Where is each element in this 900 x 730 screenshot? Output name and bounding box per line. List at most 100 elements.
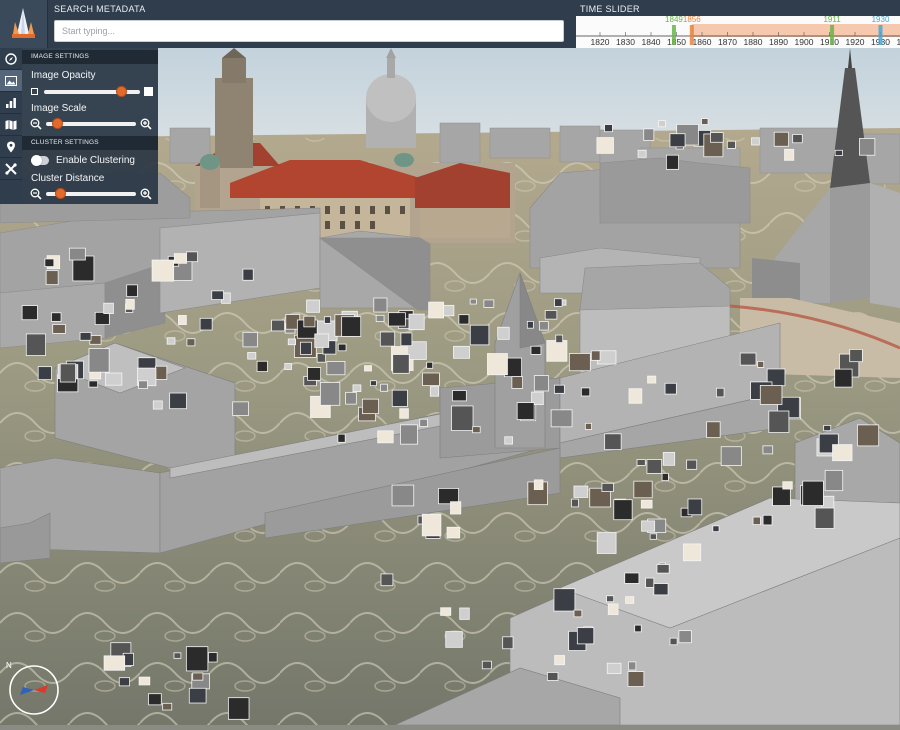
photo-thumbnail[interactable] — [554, 655, 566, 666]
photo-thumbnail[interactable] — [646, 459, 663, 474]
photo-thumbnail[interactable] — [640, 499, 653, 509]
photo-thumbnail[interactable] — [649, 533, 657, 540]
photo-thumbnail[interactable] — [247, 352, 257, 360]
photo-thumbnail[interactable] — [607, 603, 619, 615]
photo-thumbnail[interactable] — [188, 687, 207, 704]
navigation-compass[interactable]: N — [4, 660, 64, 720]
photo-thumbnail[interactable] — [554, 298, 563, 307]
photo-thumbnail[interactable] — [166, 337, 176, 345]
location-tool-button[interactable] — [0, 136, 22, 158]
photo-thumbnail[interactable] — [391, 484, 415, 507]
photo-thumbnail[interactable] — [757, 360, 765, 368]
app-logo[interactable] — [0, 0, 48, 48]
photo-thumbnail[interactable] — [533, 479, 544, 490]
photo-thumbnail[interactable] — [88, 380, 99, 388]
photo-thumbnail[interactable] — [337, 343, 347, 352]
photo-thumbnail[interactable] — [664, 382, 677, 395]
map-tool-button[interactable] — [0, 114, 22, 136]
compass-tool-button[interactable] — [0, 48, 22, 70]
photo-thumbnail[interactable] — [576, 627, 595, 645]
photo-thumbnail[interactable] — [653, 583, 669, 596]
chart-tool-button[interactable] — [0, 92, 22, 114]
photo-thumbnail[interactable] — [155, 365, 168, 380]
photo-thumbnail[interactable] — [683, 543, 702, 562]
photo-thumbnail[interactable] — [739, 352, 757, 366]
photo-thumbnail[interactable] — [516, 402, 535, 420]
photo-thumbnail[interactable] — [324, 316, 332, 324]
photo-thumbnail[interactable] — [472, 426, 481, 434]
photo-thumbnail[interactable] — [319, 382, 341, 406]
photo-thumbnail[interactable] — [79, 332, 92, 341]
photo-thumbnail[interactable] — [504, 436, 513, 445]
photo-thumbnail[interactable] — [590, 350, 601, 361]
photo-thumbnail[interactable] — [151, 259, 175, 282]
photo-thumbnail[interactable] — [421, 513, 442, 537]
photo-thumbnail[interactable] — [256, 360, 268, 372]
photo-thumbnail[interactable] — [307, 367, 322, 381]
photo-thumbnail[interactable] — [814, 507, 835, 529]
photo-thumbnail[interactable] — [834, 368, 853, 388]
photo-thumbnail[interactable] — [380, 383, 388, 392]
distance-decrease-icon[interactable] — [30, 188, 42, 200]
photo-thumbnail[interactable] — [25, 333, 46, 356]
photo-thumbnail[interactable] — [859, 138, 876, 156]
photo-thumbnail[interactable] — [452, 390, 467, 402]
photo-thumbnail[interactable] — [173, 652, 182, 659]
image-opacity-slider[interactable] — [44, 86, 140, 97]
photo-thumbnail[interactable] — [440, 607, 452, 616]
photo-thumbnail[interactable] — [125, 298, 135, 310]
photo-thumbnail[interactable] — [613, 499, 633, 521]
photo-thumbnail[interactable] — [857, 424, 880, 447]
photo-thumbnail[interactable] — [580, 387, 591, 397]
photo-thumbnail[interactable] — [185, 646, 209, 672]
photo-thumbnail[interactable] — [625, 596, 635, 604]
photo-thumbnail[interactable] — [647, 375, 657, 384]
photo-thumbnail[interactable] — [497, 326, 510, 340]
photo-thumbnail[interactable] — [553, 384, 565, 394]
photo-thumbnail[interactable] — [118, 677, 130, 687]
photo-thumbnail[interactable] — [573, 609, 583, 618]
photo-thumbnail[interactable] — [834, 149, 843, 156]
photo-thumbnail[interactable] — [772, 486, 791, 506]
photo-thumbnail[interactable] — [364, 365, 372, 372]
photo-thumbnail[interactable] — [726, 140, 736, 149]
photo-thumbnail[interactable] — [606, 595, 615, 603]
photo-thumbnail[interactable] — [483, 299, 495, 308]
photo-thumbnail[interactable] — [373, 297, 388, 313]
photo-thumbnail[interactable] — [792, 134, 803, 144]
photo-thumbnail[interactable] — [555, 334, 564, 344]
photo-thumbnail[interactable] — [445, 631, 463, 648]
photo-thumbnail[interactable] — [627, 671, 645, 687]
zoom-out-icon[interactable] — [30, 118, 42, 130]
photo-thumbnail[interactable] — [59, 363, 77, 383]
photo-thumbnail[interactable] — [502, 636, 514, 650]
photo-thumbnail[interactable] — [661, 472, 669, 481]
photo-thumbnail[interactable] — [637, 149, 647, 158]
photo-thumbnail[interactable] — [710, 132, 724, 143]
photo-thumbnail[interactable] — [377, 430, 394, 444]
photo-thumbnail[interactable] — [400, 424, 418, 445]
photo-thumbnail[interactable] — [450, 501, 462, 515]
photo-thumbnail[interactable] — [628, 661, 637, 671]
photo-thumbnail[interactable] — [103, 302, 114, 314]
photo-thumbnail[interactable] — [44, 258, 55, 267]
photo-thumbnail[interactable] — [571, 498, 579, 508]
photo-thumbnail[interactable] — [511, 376, 523, 389]
photo-thumbnail[interactable] — [768, 410, 790, 433]
photo-thumbnail[interactable] — [601, 482, 614, 492]
photo-thumbnail[interactable] — [550, 409, 573, 428]
photo-thumbnail[interactable] — [68, 247, 86, 261]
photo-thumbnail[interactable] — [720, 446, 742, 466]
photo-thumbnail[interactable] — [832, 444, 853, 462]
photo-thumbnail[interactable] — [451, 405, 474, 431]
photo-thumbnail[interactable] — [701, 118, 709, 125]
photo-thumbnail[interactable] — [352, 384, 362, 393]
photo-thumbnail[interactable] — [634, 624, 642, 633]
photo-thumbnail[interactable] — [596, 137, 614, 154]
photo-thumbnail[interactable] — [678, 630, 692, 644]
photo-thumbnail[interactable] — [391, 389, 408, 407]
photo-thumbnail[interactable] — [751, 137, 760, 146]
photo-thumbnail[interactable] — [712, 525, 720, 533]
photo-thumbnail[interactable] — [666, 154, 679, 170]
photo-thumbnail[interactable] — [669, 637, 678, 646]
